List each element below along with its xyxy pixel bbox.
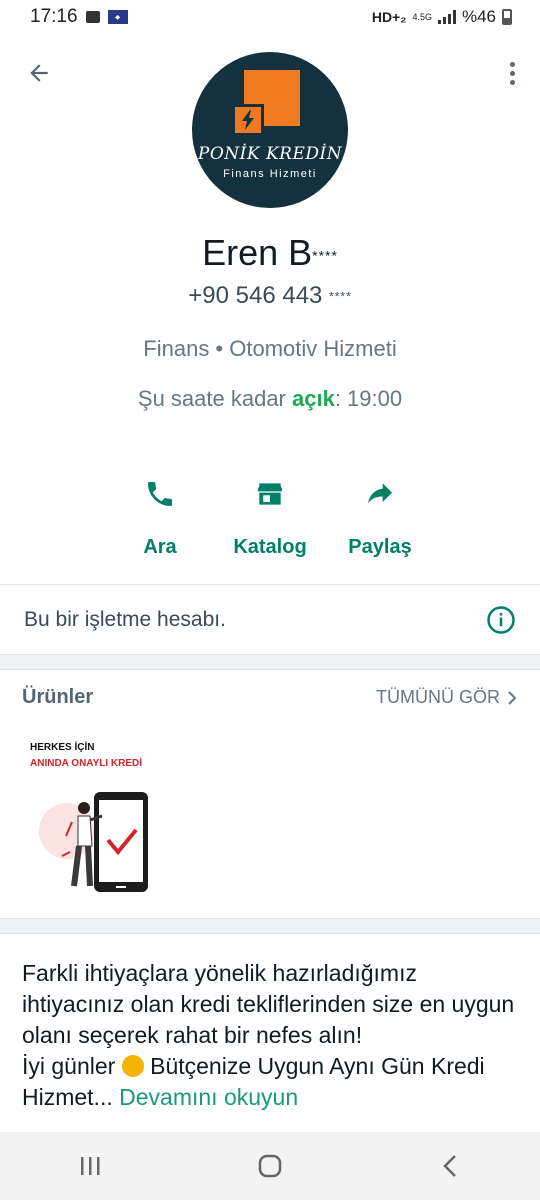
catalog-label: Katalog: [233, 536, 307, 558]
share-button[interactable]: Paylaş: [320, 474, 440, 559]
read-more-link[interactable]: Devamını okuyun: [119, 1084, 298, 1110]
open-status: açık: [292, 386, 335, 411]
more-options-button[interactable]: [502, 56, 522, 90]
recent-apps-button[interactable]: [60, 1146, 120, 1186]
profile-avatar[interactable]: PONİK KREDİN Finans Hizmeti: [192, 52, 348, 208]
more-vert-icon: [509, 61, 515, 67]
battery-percent: %46: [461, 7, 496, 26]
status-bar: 17:16 ◆ HD+₂ 4.5G %46: [0, 0, 540, 34]
call-button[interactable]: Ara: [100, 474, 220, 559]
nav-back-icon: [443, 1155, 456, 1177]
product-card[interactable]: HERKES İÇİN ANINDA ONAYLI KREDİ: [22, 736, 180, 902]
signal-icon: [437, 10, 456, 24]
recent-apps-icon: [81, 1157, 100, 1175]
business-description: Farkli ihtiyaçlara yönelik hazırladığımı…: [22, 958, 522, 1113]
chevron-right-icon: [508, 690, 517, 705]
logo-title: PONİK KREDİN: [197, 144, 343, 164]
phone-number: +90 546 443 ****: [0, 282, 540, 310]
sun-emoji-icon: [121, 1055, 144, 1077]
nav-back-button[interactable]: [420, 1146, 480, 1186]
app-notification-icon: ◆: [107, 10, 128, 24]
see-all-label: TÜMÜNÜ GÖR: [376, 687, 500, 707]
catalog-button[interactable]: Katalog: [210, 474, 330, 559]
description-paragraph: Farkli ihtiyaçlara yönelik hazırladığımı…: [22, 960, 515, 1048]
hours-prefix: Şu saate kadar: [137, 386, 286, 411]
home-button[interactable]: [240, 1146, 300, 1186]
status-time: 17:16: [30, 6, 78, 27]
battery-icon: [502, 9, 512, 25]
action-buttons: Ara Katalog Paylaş: [0, 474, 540, 564]
see-all-button[interactable]: TÜMÜNÜ GÖR: [376, 687, 518, 708]
call-label: Ara: [143, 536, 177, 558]
info-icon: [487, 606, 515, 634]
system-navigation-bar: [0, 1132, 540, 1200]
lightning-icon: [232, 104, 264, 136]
products-header: Ürünler TÜMÜNÜ GÖR: [0, 686, 540, 709]
hours-closing-time: : 19:00: [334, 386, 403, 411]
business-category: Finans • Otomotiv Hizmeti: [143, 336, 397, 361]
share-icon: [360, 474, 400, 514]
back-arrow-icon: [30, 64, 48, 82]
back-button[interactable]: [22, 56, 56, 90]
phone-number-mask: ****: [329, 289, 352, 304]
business-account-row[interactable]: Bu bir işletme hesabı.: [0, 586, 540, 654]
network-indicator: HD+₂: [371, 9, 407, 25]
contact-name-mask: ****: [312, 247, 338, 264]
divider-line: [0, 584, 540, 585]
business-hours[interactable]: Şu saate kadar açık: 19:00: [0, 386, 540, 412]
description-greeting: İyi günler: [22, 1053, 116, 1079]
products-title: Ürünler: [22, 686, 94, 708]
phone-icon: [140, 474, 180, 514]
section-divider: [0, 918, 540, 934]
contact-name-text: Eren B: [202, 232, 313, 273]
gallery-notification-icon: [85, 11, 100, 23]
contact-name: Eren B****: [0, 232, 540, 274]
share-label: Paylaş: [348, 536, 412, 558]
phone-number-text: +90 546 443: [188, 282, 323, 309]
network-generation: 4.5G: [412, 11, 432, 22]
logo-subtitle: Finans Hizmeti: [223, 168, 317, 180]
storefront-icon: [250, 474, 290, 514]
home-icon: [258, 1154, 282, 1178]
business-account-text: Bu bir işletme hesabı.: [24, 608, 226, 631]
phone-approval-illustration: [39, 792, 148, 892]
section-divider: [0, 654, 540, 670]
